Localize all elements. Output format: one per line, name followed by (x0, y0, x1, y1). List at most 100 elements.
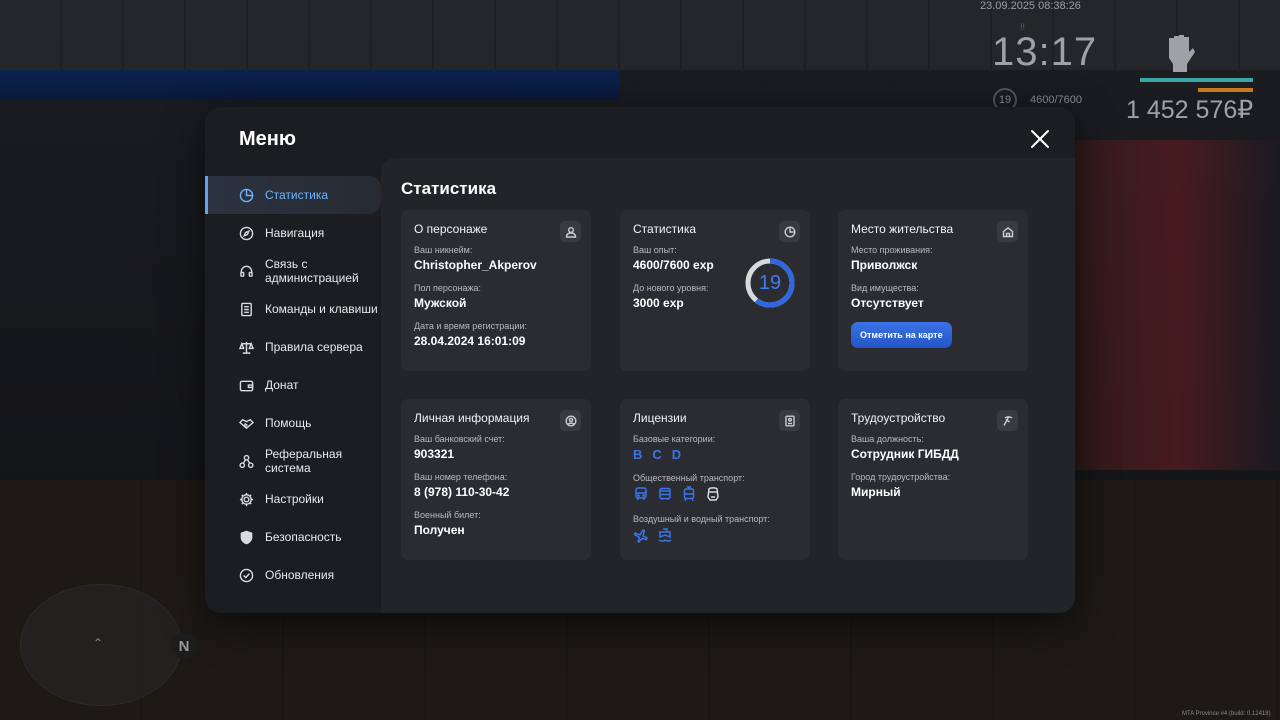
menu-title: Меню (239, 128, 296, 150)
work-city-label: Город трудоустройства: (851, 472, 951, 482)
military-label: Военный билет: (414, 510, 481, 520)
card-title: Статистика (633, 222, 697, 236)
sidebar-item-label: Навигация (265, 226, 325, 240)
registration-value: 28.04.2024 16:01:09 (414, 334, 526, 348)
category-b: B (633, 447, 643, 462)
gender-value: Мужской (414, 296, 467, 310)
sidebar-item-updates[interactable]: Обновления (205, 556, 381, 594)
close-icon (1031, 130, 1049, 148)
gender-label: Пол персонажа: (414, 283, 482, 293)
residence-value: Приволжск (851, 258, 918, 272)
bus-icon (635, 487, 647, 500)
phone-label: Ваш номер телефона: (414, 472, 508, 482)
hud-money: 1 452 576₽ (1126, 96, 1254, 124)
close-button[interactable] (1028, 127, 1052, 151)
card-employment: Трудоустройство Ваша должность: Сотрудни… (838, 399, 1028, 560)
license-categories: B C D (633, 447, 797, 462)
military-value: Получен (414, 523, 465, 537)
fist-icon (1169, 35, 1195, 72)
category-d: D (671, 447, 682, 462)
sidebar-item-settings[interactable]: Настройки (205, 480, 381, 518)
sidebar-item-donate[interactable]: Донат (205, 366, 381, 404)
position-value: Сотрудник ГИБДД (851, 447, 959, 461)
residence-label: Место проживания: (851, 245, 933, 255)
sidebar-item-label: Безопасность (265, 530, 342, 544)
sidebar-item-label: Статистика (265, 188, 329, 202)
card-title: Личная информация (414, 411, 530, 425)
card-licenses: Лицензии Базовые категории: B C D Общест… (620, 399, 810, 560)
hud-exp: 4600/7600 (1030, 94, 1082, 106)
sidebar-item-label: Донат (265, 378, 299, 392)
sidebar-item-contact-admin[interactable]: Связь с администрацией (205, 252, 381, 290)
work-city-value: Мирный (851, 485, 901, 499)
sidebar-item-referral[interactable]: Реферальная система (205, 442, 381, 480)
air-water-transport-icons (633, 527, 797, 543)
sidebar-item-help[interactable]: Помощь (205, 404, 381, 442)
property-label: Вид имущества: (851, 283, 919, 293)
metro-icon (707, 487, 719, 501)
menu-modal: Меню Статистика Навигация Связь с админи… (205, 107, 1075, 613)
card-title: О персонаже (414, 222, 488, 236)
id-card-icon (779, 410, 800, 431)
card-title: Лицензии (633, 411, 687, 425)
build-info: MTA Province #4 (build: 0.12418) (1182, 711, 1271, 717)
level-value: 19 (758, 271, 782, 294)
sidebar-item-statistics[interactable]: Статистика (205, 176, 381, 214)
compass-icon (238, 225, 254, 241)
sidebar-item-label: Команды и клавиши (265, 302, 378, 316)
property-value: Отсутствует (851, 296, 924, 310)
nickname-value: Christopher_Akperov (414, 258, 537, 272)
position-label: Ваша должность: (851, 434, 924, 444)
sidebar-item-label: Правила сервера (265, 340, 363, 354)
pie-chart-icon (779, 221, 800, 242)
pie-chart-icon (238, 187, 254, 203)
exp-label: Ваш опыт: (633, 245, 677, 255)
page-title: Статистика (401, 179, 497, 198)
nickname-label: Ваш никнейм: (414, 245, 473, 255)
shield-icon (238, 529, 254, 545)
handshake-icon (238, 415, 254, 431)
sidebar-item-navigation[interactable]: Навигация (205, 214, 381, 252)
sidebar-item-label: Обновления (265, 568, 335, 582)
phone-value: 8 (978) 110-30-42 (414, 485, 510, 499)
sidebar-item-label: Реферальная система (265, 447, 343, 475)
wallet-icon (238, 377, 254, 393)
tram-icon (683, 486, 695, 502)
gear-icon (238, 491, 254, 507)
plane-icon (633, 529, 648, 543)
public-transport-icons (633, 486, 797, 502)
card-statistics: Статистика Ваш опыт: 4600/7600 exp До но… (620, 210, 810, 371)
user-icon (560, 221, 581, 242)
card-title: Место жительства (851, 222, 954, 236)
mark-on-map-button[interactable]: Отметить на карте (851, 322, 952, 348)
ship-icon (658, 528, 672, 542)
sidebar-item-rules[interactable]: Правила сервера (205, 328, 381, 366)
sidebar-item-label: Связь с администрацией (265, 257, 359, 285)
player-arrow-icon: ⌃ (93, 636, 104, 650)
hud-date: 23.09.2025 08:38:26 (980, 0, 1081, 12)
scales-icon (238, 339, 254, 355)
check-circle-icon (238, 567, 254, 583)
registration-label: Дата и время регистрации: (414, 321, 527, 331)
sidebar-item-commands[interactable]: Команды и клавиши (205, 290, 381, 328)
card-character: О персонаже Ваш никнейм: Christopher_Akp… (401, 210, 591, 371)
wall (0, 70, 620, 100)
network-icon (238, 453, 254, 469)
health-bar (1140, 78, 1253, 82)
bus-icon (659, 487, 671, 500)
base-categories-label: Базовые категории: (633, 434, 716, 444)
sidebar-item-security[interactable]: Безопасность (205, 518, 381, 556)
card-title: Трудоустройство (851, 411, 946, 425)
document-icon (238, 301, 254, 317)
hud-time: 13:17 (992, 30, 1098, 74)
content-panel: Статистика О персонаже Ваш никнейм: Chri… (381, 158, 1075, 613)
user-circle-icon (560, 410, 581, 431)
category-c: C (652, 447, 662, 462)
sidebar: Статистика Навигация Связь с администрац… (205, 176, 381, 594)
sidebar-item-label: Настройки (265, 492, 324, 506)
pickaxe-icon (997, 410, 1018, 431)
bank-label: Ваш банковский счет: (414, 434, 505, 444)
home-icon (997, 221, 1018, 242)
air-water-transport-label: Воздушный и водный транспорт: (633, 514, 770, 524)
compass-north-icon: N (171, 633, 197, 659)
